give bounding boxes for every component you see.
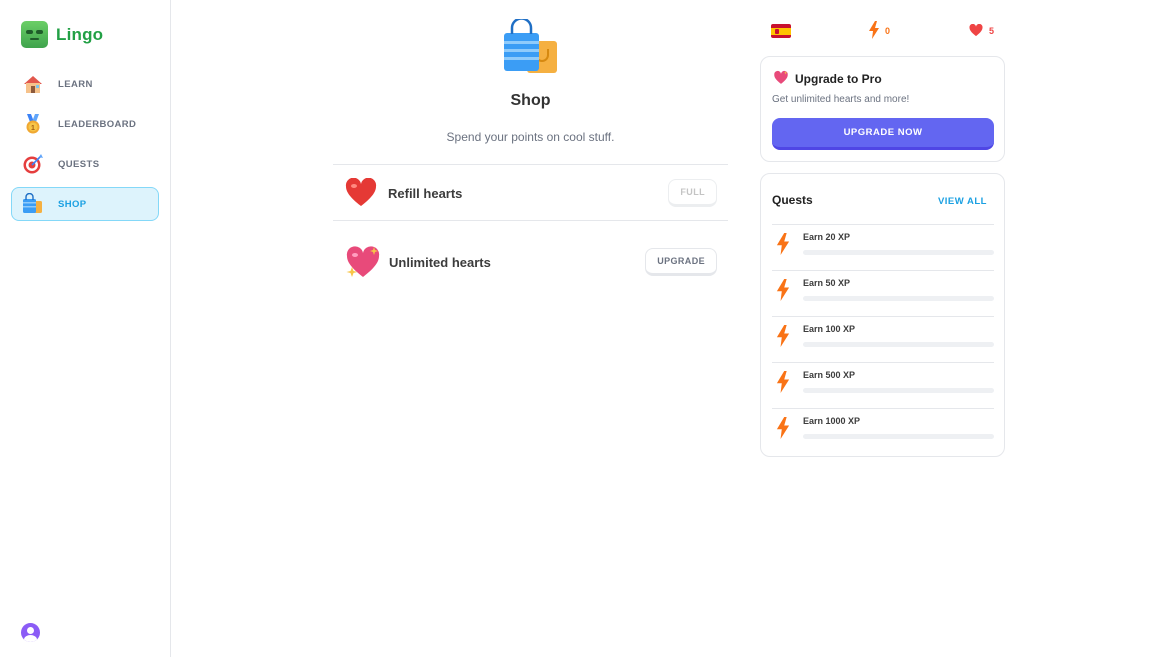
lightning-bolt-icon [776,279,790,301]
medal-icon: 1 [22,113,44,135]
mascot-logo-icon [21,21,48,48]
sidebar-item-label: LEADERBOARD [58,118,137,130]
hearts-count: 5 [989,26,995,36]
quests-card: Quests VIEW ALL Earn 20 XP Earn 50 XP Earn… [760,173,1005,457]
svg-text:1: 1 [31,125,35,132]
quest-item: Earn 50 XP [772,270,994,316]
sparkling-heart-icon [344,245,382,279]
sidebar-item-label: QUESTS [58,158,100,170]
pro-card-subtitle: Get unlimited hearts and more! [772,94,910,105]
pro-card-title: Upgrade to Pro [773,70,882,88]
sidebar-item-label: LEARN [58,78,93,90]
heart-icon [344,176,378,210]
sidebar-item-learn[interactable]: LEARN [11,67,159,101]
upgrade-pro-card: Upgrade to Pro Get unlimited hearts and … [760,56,1005,162]
hearts-stat[interactable]: 5 [969,20,994,42]
shop-item-label: Refill hearts [388,185,463,201]
sidebar: Lingo LEARN 1 LEADERBOARD QUESTS SHOP [0,0,171,657]
quest-progress-bar [803,434,994,439]
points-count: 0 [885,26,891,36]
page-subtitle: Spend your points on cool stuff. [446,130,615,144]
user-stats: 0 5 [771,20,995,42]
page-title: Shop [510,92,551,109]
user-avatar-icon[interactable] [21,623,40,642]
heart-icon [969,23,983,39]
shop-item-refill-hearts: Refill hearts FULL [333,165,728,221]
points-stat[interactable]: 0 [869,20,890,42]
quest-progress-bar [803,296,994,301]
quest-progress-bar [803,342,994,347]
pro-title-text: Upgrade to Pro [795,72,882,86]
sidebar-nav: LEARN 1 LEADERBOARD QUESTS SHOP [11,67,159,227]
quest-label: Earn 20 XP [803,232,851,242]
shopping-bag-icon [502,17,558,75]
quest-label: Earn 100 XP [803,324,856,334]
shop-item-unlimited-hearts: Unlimited hearts UPGRADE [333,234,728,290]
lightning-bolt-icon [776,417,790,439]
upgrade-button[interactable]: UPGRADE [645,248,717,276]
lightning-bolt-icon [776,325,790,347]
shop-item-label: Unlimited hearts [389,254,491,270]
upgrade-now-button[interactable]: UPGRADE NOW [772,118,994,150]
quest-item: Earn 20 XP [772,224,994,270]
sparkling-heart-icon [773,70,789,88]
sidebar-item-label: SHOP [58,198,87,210]
language-selector[interactable] [771,20,791,42]
quest-label: Earn 1000 XP [803,416,861,426]
quest-label: Earn 500 XP [803,370,856,380]
lightning-bolt-icon [776,233,790,255]
lightning-bolt-icon [776,371,790,393]
quest-progress-bar [803,250,994,255]
sidebar-item-quests[interactable]: QUESTS [11,147,159,181]
quest-list: Earn 20 XP Earn 50 XP Earn 100 XP Earn 500 … [772,224,994,454]
target-icon [22,153,44,175]
house-icon [22,73,44,95]
quests-card-title: Quests [772,193,813,207]
view-all-link[interactable]: VIEW ALL [938,196,987,207]
lightning-bolt-icon [869,21,879,41]
sidebar-item-leaderboard[interactable]: 1 LEADERBOARD [11,107,159,141]
refill-hearts-button[interactable]: FULL [668,179,717,207]
brand[interactable]: Lingo [21,21,103,48]
quest-progress-bar [803,388,994,393]
quest-item: Earn 500 XP [772,362,994,408]
sidebar-item-shop[interactable]: SHOP [11,187,159,221]
quest-label: Earn 50 XP [803,278,851,288]
spain-flag-icon [771,24,791,38]
shopping-bag-icon [22,193,44,215]
divider [333,220,728,221]
quest-item: Earn 1000 XP [772,408,994,454]
quest-item: Earn 100 XP [772,316,994,362]
brand-name: Lingo [56,24,104,44]
